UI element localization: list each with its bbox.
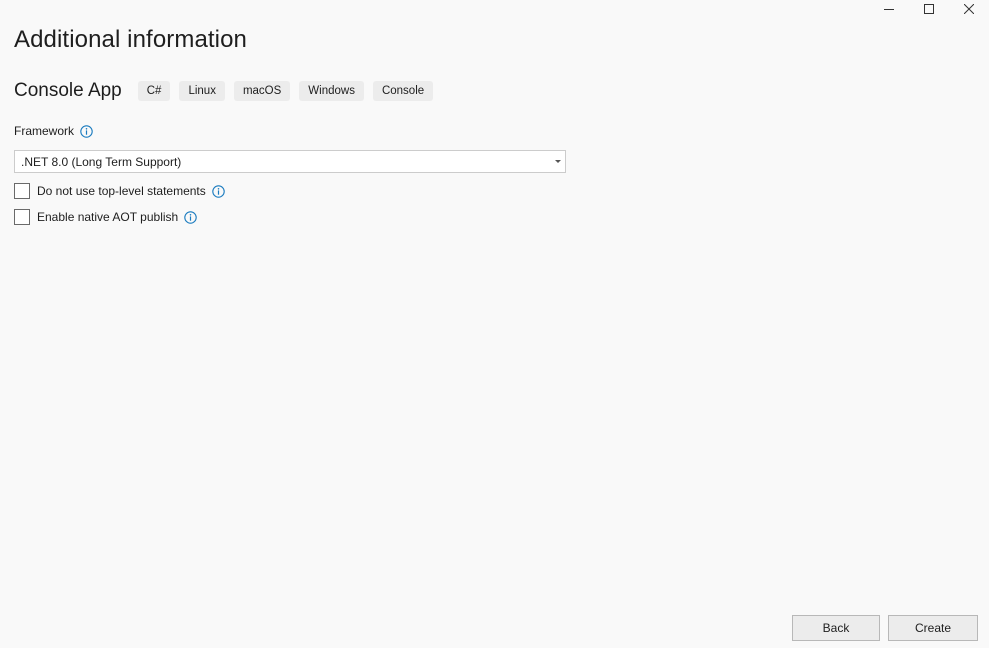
tag-csharp: C# bbox=[137, 81, 171, 101]
framework-select[interactable]: .NET 8.0 (Long Term Support) bbox=[14, 150, 566, 173]
tag-macos: macOS bbox=[233, 81, 291, 101]
project-name: Console App bbox=[14, 80, 122, 101]
project-header: Console App C# Linux macOS Windows Conso… bbox=[14, 80, 442, 102]
chevron-down-icon bbox=[555, 160, 561, 163]
maximize-button[interactable] bbox=[909, 0, 949, 18]
close-button[interactable] bbox=[949, 0, 989, 18]
top-level-statements-checkbox[interactable] bbox=[14, 183, 30, 199]
tag-linux: Linux bbox=[179, 81, 225, 101]
maximize-icon bbox=[924, 4, 934, 14]
page-title: Additional information bbox=[14, 26, 248, 53]
native-aot-checkbox[interactable] bbox=[14, 209, 30, 225]
native-aot-label[interactable]: Enable native AOT publish bbox=[37, 210, 178, 224]
window-controls bbox=[869, 0, 989, 18]
framework-label-row: Framework bbox=[14, 124, 93, 138]
top-level-statements-label[interactable]: Do not use top-level statements bbox=[37, 184, 206, 198]
info-icon[interactable] bbox=[184, 210, 197, 224]
info-icon[interactable] bbox=[80, 124, 93, 138]
tag-windows: Windows bbox=[299, 81, 364, 101]
option-top-level-statements: Do not use top-level statements bbox=[14, 183, 225, 199]
minimize-icon bbox=[884, 9, 894, 10]
tag-console: Console bbox=[372, 81, 434, 101]
close-icon bbox=[964, 4, 974, 14]
info-icon[interactable] bbox=[212, 184, 225, 198]
back-button[interactable]: Back bbox=[792, 615, 880, 641]
framework-select-value: .NET 8.0 (Long Term Support) bbox=[21, 154, 182, 169]
framework-label: Framework bbox=[14, 124, 75, 138]
minimize-button[interactable] bbox=[869, 0, 909, 18]
option-native-aot: Enable native AOT publish bbox=[14, 209, 197, 225]
create-button[interactable]: Create bbox=[888, 615, 978, 641]
